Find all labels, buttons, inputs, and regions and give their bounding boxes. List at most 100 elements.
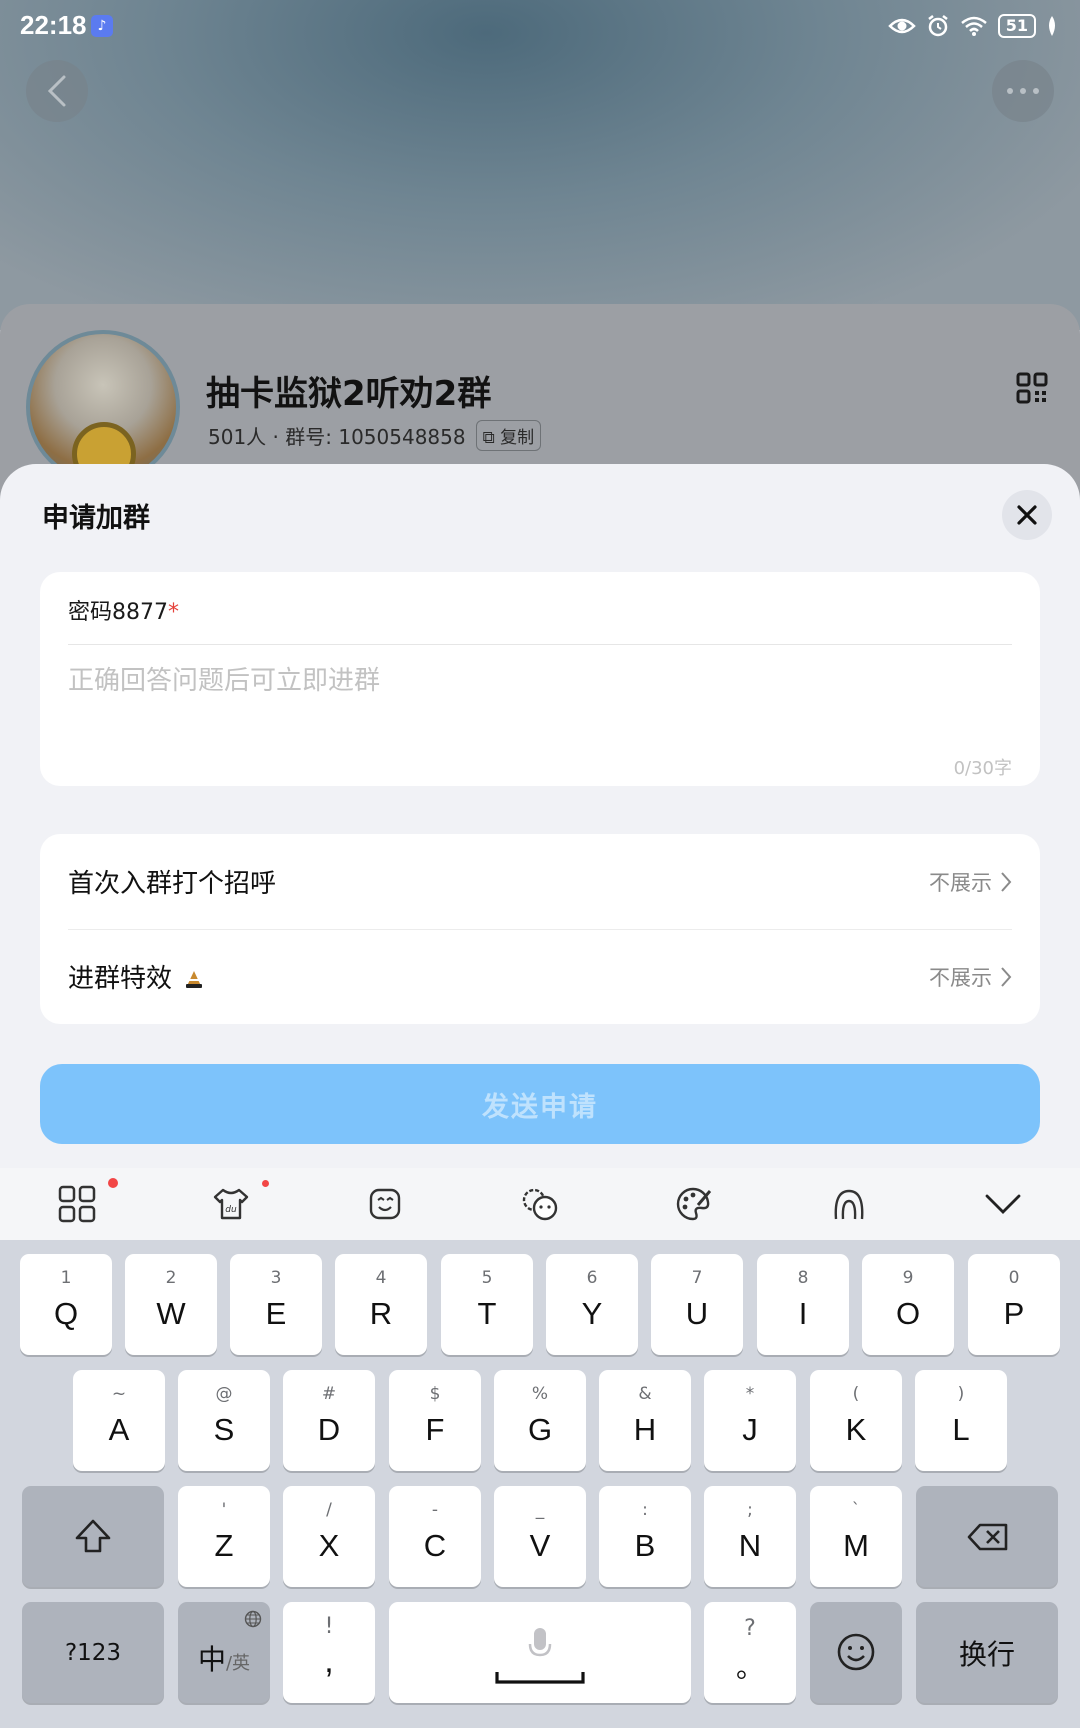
key-sub: : bbox=[642, 1500, 648, 1520]
key-j[interactable]: * J bbox=[704, 1370, 796, 1471]
key-o[interactable]: 9O bbox=[862, 1254, 954, 1355]
key-w[interactable]: 2W bbox=[125, 1254, 217, 1355]
skin-button[interactable]: du bbox=[154, 1168, 308, 1240]
key-sub: / bbox=[326, 1500, 332, 1520]
key-sub: 7 bbox=[691, 1268, 703, 1288]
group-meta: 501人 · 群号: 1050548858 ⧉ 复制 bbox=[208, 420, 542, 451]
key-i[interactable]: 8I bbox=[757, 1254, 849, 1355]
notification-dot bbox=[262, 1180, 270, 1187]
key-c[interactable]: -C bbox=[389, 1486, 481, 1587]
char-count: 0/30字 bbox=[953, 758, 1012, 779]
send-request-button[interactable]: 发送申请 bbox=[40, 1064, 1040, 1144]
shift-key[interactable] bbox=[22, 1486, 164, 1587]
key-v[interactable]: _ V bbox=[494, 1486, 586, 1587]
space-key[interactable] bbox=[389, 1602, 691, 1703]
back-button[interactable] bbox=[26, 60, 88, 122]
comma-key[interactable]: ! , bbox=[283, 1602, 375, 1703]
key-q[interactable]: 1Q bbox=[20, 1254, 112, 1355]
palette-button[interactable] bbox=[617, 1168, 771, 1240]
key-z[interactable]: ' Z bbox=[178, 1486, 270, 1587]
close-button[interactable] bbox=[1002, 490, 1052, 540]
key-sub: ; bbox=[747, 1500, 753, 1520]
key-sub: ~ bbox=[111, 1384, 127, 1404]
key-main: 。 bbox=[735, 1652, 764, 1683]
microphone-icon bbox=[528, 1628, 552, 1657]
key-main: O bbox=[895, 1296, 921, 1331]
smiley-icon bbox=[837, 1633, 875, 1671]
key-x[interactable]: / X bbox=[283, 1486, 375, 1587]
greeting-option-row[interactable]: 首次入群打个招呼 不展示 bbox=[40, 834, 1040, 929]
join-effect-option-value-wrap: 不展示 bbox=[929, 962, 1012, 992]
key-main: T bbox=[477, 1296, 497, 1331]
numbers-switch-label: ?123 bbox=[64, 1639, 122, 1666]
period-key[interactable]: ? 。 bbox=[704, 1602, 796, 1703]
greeting-option-value: 不展示 bbox=[929, 870, 992, 895]
effect-emoji-icon bbox=[186, 971, 203, 988]
skin-icon: du bbox=[214, 1188, 249, 1220]
sticker-button[interactable] bbox=[309, 1168, 463, 1240]
qr-code-icon[interactable] bbox=[1016, 372, 1048, 404]
globe-icon bbox=[244, 1610, 262, 1628]
gesture-icon bbox=[834, 1189, 863, 1220]
key-u[interactable]: 7U bbox=[651, 1254, 743, 1355]
key-h[interactable]: & H bbox=[599, 1370, 691, 1471]
leaf-icon bbox=[1049, 16, 1055, 36]
key-main: M bbox=[843, 1528, 869, 1563]
key-main: I bbox=[798, 1296, 808, 1331]
divider bbox=[68, 644, 1012, 645]
key-sub: 6 bbox=[586, 1268, 598, 1288]
key-a[interactable]: ~ A bbox=[73, 1370, 165, 1471]
key-s[interactable]: @ S bbox=[178, 1370, 270, 1471]
key-sub: ( bbox=[852, 1384, 860, 1404]
key-sub: & bbox=[638, 1384, 652, 1404]
key-m[interactable]: ` M bbox=[810, 1486, 902, 1587]
eye-icon bbox=[887, 18, 916, 34]
copy-icon: ⧉ bbox=[482, 428, 495, 448]
chevron-down-icon bbox=[985, 1194, 1021, 1214]
key-sub: 3 bbox=[270, 1268, 282, 1288]
key-k[interactable]: (K bbox=[810, 1370, 902, 1471]
key-main: Y bbox=[581, 1296, 603, 1331]
language-switch-key[interactable]: 中/英 bbox=[178, 1602, 270, 1703]
key-e[interactable]: 3E bbox=[230, 1254, 322, 1355]
answer-input[interactable] bbox=[68, 660, 1008, 740]
key-p[interactable]: 0P bbox=[968, 1254, 1060, 1355]
emoji-face-button[interactable] bbox=[463, 1168, 617, 1240]
key-sub: 0 bbox=[1008, 1268, 1020, 1288]
backspace-icon bbox=[967, 1523, 1008, 1551]
key-t[interactable]: 5T bbox=[441, 1254, 533, 1355]
copy-button[interactable]: ⧉ 复制 bbox=[475, 420, 542, 451]
chevron-right-icon bbox=[1001, 966, 1012, 987]
key-b[interactable]: :B bbox=[599, 1486, 691, 1587]
gesture-button[interactable] bbox=[771, 1168, 925, 1240]
key-g[interactable]: % G bbox=[494, 1370, 586, 1471]
key-main: C bbox=[423, 1528, 447, 1563]
key-sub: @ bbox=[215, 1384, 233, 1404]
collapse-keyboard-button[interactable] bbox=[926, 1168, 1080, 1240]
key-sub: % bbox=[531, 1384, 549, 1404]
greeting-option-label: 首次入群打个招呼 bbox=[68, 869, 277, 899]
key-main: , bbox=[324, 1642, 334, 1680]
key-l[interactable]: ) L bbox=[915, 1370, 1007, 1471]
status-time: 22:18 bbox=[20, 10, 87, 40]
emoji-key[interactable] bbox=[810, 1602, 902, 1703]
apps-button[interactable] bbox=[0, 1168, 154, 1240]
join-effect-option-label: 进群特效 bbox=[68, 964, 173, 994]
key-main: D bbox=[317, 1412, 341, 1447]
enter-label: 换行 bbox=[958, 1637, 1015, 1671]
key-y[interactable]: 6Y bbox=[546, 1254, 638, 1355]
key-main: E bbox=[265, 1296, 287, 1331]
key-d[interactable]: # D bbox=[283, 1370, 375, 1471]
keyboard-toolbar: du bbox=[0, 1168, 1080, 1240]
key-n[interactable]: ; N bbox=[704, 1486, 796, 1587]
key-main: R bbox=[369, 1296, 393, 1331]
enter-key[interactable]: 换行 bbox=[916, 1602, 1058, 1703]
language-sub: /英 bbox=[225, 1653, 251, 1674]
numbers-switch-key[interactable]: ?123 bbox=[22, 1602, 164, 1703]
backspace-key[interactable] bbox=[916, 1486, 1058, 1587]
key-main: K bbox=[845, 1412, 867, 1447]
more-button[interactable] bbox=[992, 60, 1054, 122]
key-r[interactable]: 4R bbox=[335, 1254, 427, 1355]
key-f[interactable]: $ F bbox=[389, 1370, 481, 1471]
join-effect-option-row[interactable]: 进群特效 不展示 bbox=[40, 929, 1040, 1024]
